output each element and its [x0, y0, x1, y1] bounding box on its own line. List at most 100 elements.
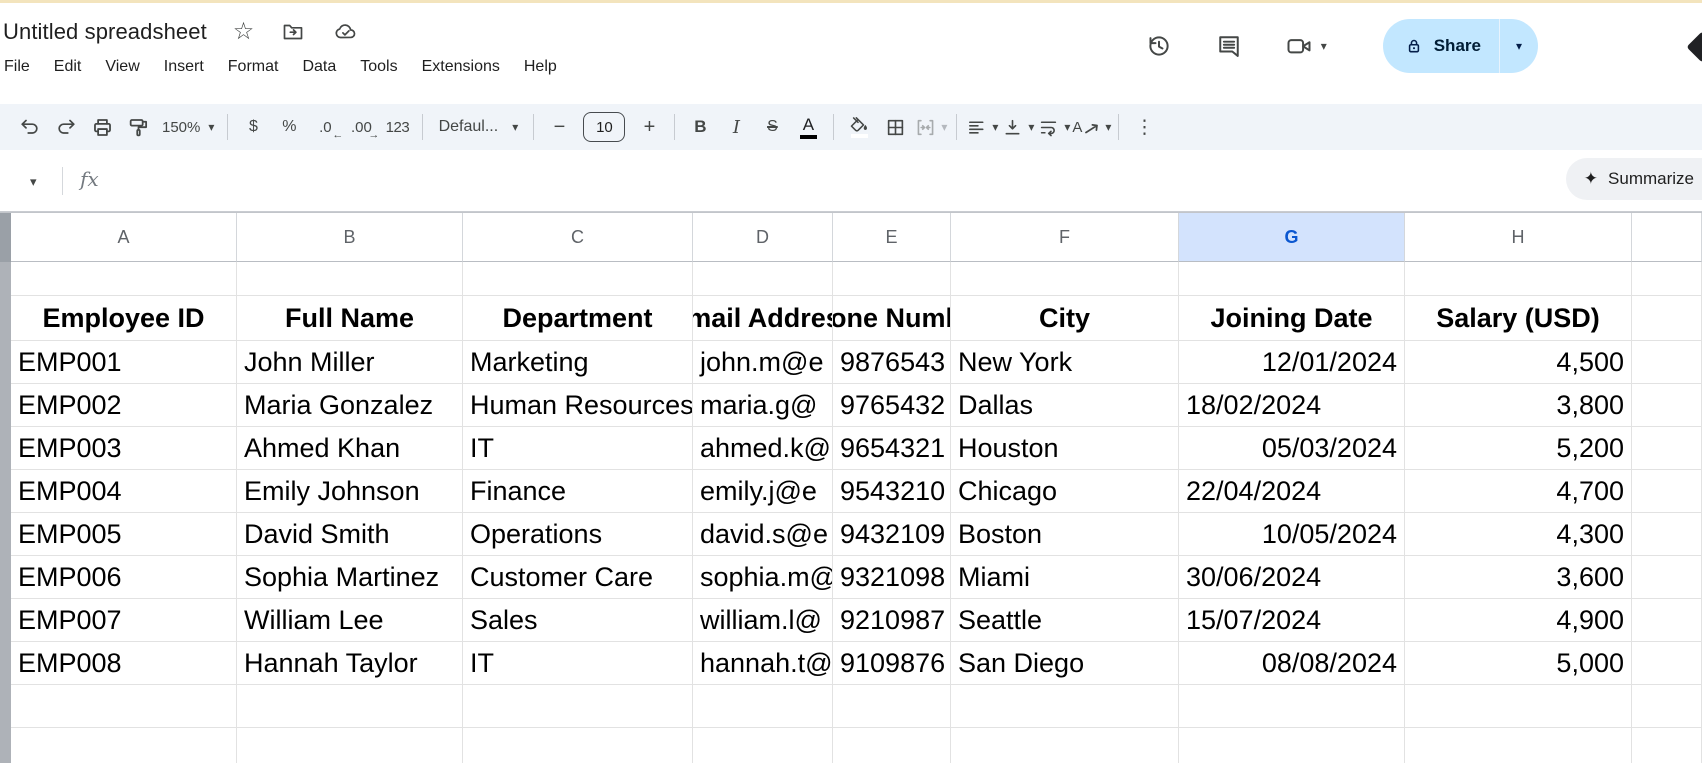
column-header-G[interactable]: G — [1179, 213, 1405, 262]
text-wrap-button[interactable]: ▾ — [1036, 109, 1072, 145]
cell[interactable]: 9109876 — [833, 642, 951, 685]
summarize-button[interactable]: ✦ Summarize — [1566, 158, 1702, 200]
join-call-control[interactable]: ▾ — [1285, 32, 1327, 60]
cell[interactable]: 4,900 — [1405, 599, 1632, 642]
cell[interactable] — [463, 728, 693, 763]
cell[interactable]: 5,000 — [1405, 642, 1632, 685]
cell[interactable] — [693, 728, 833, 763]
cell[interactable] — [463, 685, 693, 728]
cell[interactable]: ahmed.k@ — [693, 427, 833, 470]
menu-data[interactable]: Data — [290, 55, 348, 79]
menu-format[interactable]: Format — [216, 55, 291, 79]
cell[interactable]: emily.j@e — [693, 470, 833, 513]
cell[interactable]: 12/01/2024 — [1179, 341, 1405, 384]
cell[interactable]: Finance — [463, 470, 693, 513]
undo-button[interactable] — [12, 109, 48, 145]
cell[interactable]: EMP001 — [11, 341, 237, 384]
cell[interactable]: john.m@e — [693, 341, 833, 384]
cell[interactable]: Operations — [463, 513, 693, 556]
cell[interactable]: Seattle — [951, 599, 1179, 642]
cell[interactable]: 30/06/2024 — [1179, 556, 1405, 599]
cell[interactable] — [1632, 296, 1702, 341]
cell[interactable] — [1632, 556, 1702, 599]
comments-icon[interactable] — [1215, 32, 1243, 60]
bold-button[interactable]: B — [682, 109, 718, 145]
cell[interactable]: 22/04/2024 — [1179, 470, 1405, 513]
cell[interactable]: EMP002 — [11, 384, 237, 427]
cell[interactable]: william.l@ — [693, 599, 833, 642]
borders-button[interactable] — [877, 109, 913, 145]
cell[interactable]: Phone Number — [833, 296, 951, 341]
cell[interactable] — [1632, 685, 1702, 728]
column-header-B[interactable]: B — [237, 213, 463, 262]
menu-extensions[interactable]: Extensions — [410, 55, 512, 79]
cell[interactable]: EMP004 — [11, 470, 237, 513]
column-header-D[interactable]: D — [693, 213, 833, 262]
font-selector[interactable]: Defaul... ▾ — [430, 109, 526, 145]
increase-decimals-button[interactable]: .00 → — [343, 109, 379, 145]
column-header-E[interactable]: E — [833, 213, 951, 262]
cell[interactable]: 15/07/2024 — [1179, 599, 1405, 642]
vertical-align-button[interactable]: ▾ — [1000, 109, 1036, 145]
menu-insert[interactable]: Insert — [152, 55, 216, 79]
menu-view[interactable]: View — [93, 55, 151, 79]
cell[interactable]: 3,600 — [1405, 556, 1632, 599]
cell[interactable] — [833, 685, 951, 728]
cell[interactable] — [833, 728, 951, 763]
cell[interactable]: maria.g@ — [693, 384, 833, 427]
cell[interactable] — [1405, 685, 1632, 728]
share-button[interactable]: Share ▾ — [1383, 19, 1538, 73]
cell[interactable] — [11, 685, 237, 728]
cell[interactable]: 4,500 — [1405, 341, 1632, 384]
cell[interactable]: Ahmed Khan — [237, 427, 463, 470]
cell[interactable]: 08/08/2024 — [1179, 642, 1405, 685]
cell[interactable] — [1632, 728, 1702, 763]
cell[interactable]: New York — [951, 341, 1179, 384]
cell[interactable]: Sales — [463, 599, 693, 642]
document-title[interactable]: Untitled spreadsheet — [3, 19, 207, 45]
cell[interactable]: Customer Care — [463, 556, 693, 599]
star-icon[interactable]: ☆ — [233, 20, 255, 44]
cell[interactable] — [1632, 341, 1702, 384]
text-rotation-button[interactable]: A ▾ — [1072, 109, 1111, 145]
move-folder-icon[interactable] — [280, 20, 306, 44]
cell[interactable]: 4,300 — [1405, 513, 1632, 556]
formula-input[interactable] — [120, 150, 1422, 211]
cell[interactable]: Emily Johnson — [237, 470, 463, 513]
increase-font-size-button[interactable]: + — [631, 109, 667, 145]
share-options-caret[interactable]: ▾ — [1500, 19, 1538, 73]
cell[interactable] — [1179, 262, 1405, 296]
text-color-button[interactable]: A — [790, 109, 826, 145]
cell[interactable]: Maria Gonzalez — [237, 384, 463, 427]
cell[interactable]: 9876543 — [833, 341, 951, 384]
cell[interactable] — [951, 262, 1179, 296]
cell[interactable]: 5,200 — [1405, 427, 1632, 470]
cell[interactable]: 9543210 — [833, 470, 951, 513]
cell[interactable]: 9432109 — [833, 513, 951, 556]
decrease-font-size-button[interactable]: − — [541, 109, 577, 145]
fill-color-button[interactable] — [841, 109, 877, 145]
menu-edit[interactable]: Edit — [42, 55, 94, 79]
zoom-control[interactable]: 150% ▾ — [156, 109, 220, 145]
column-header-partial[interactable] — [1632, 213, 1702, 262]
cell[interactable]: IT — [463, 642, 693, 685]
column-header-F[interactable]: F — [951, 213, 1179, 262]
italic-button[interactable]: I — [718, 109, 754, 145]
cell[interactable]: City — [951, 296, 1179, 341]
cell[interactable] — [1632, 599, 1702, 642]
cloud-saved-icon[interactable] — [332, 20, 359, 44]
cell[interactable] — [1179, 685, 1405, 728]
cell[interactable]: Salary (USD) — [1405, 296, 1632, 341]
cell[interactable]: Department — [463, 296, 693, 341]
cell[interactable] — [1632, 384, 1702, 427]
cell[interactable]: EMP008 — [11, 642, 237, 685]
cell[interactable] — [1632, 427, 1702, 470]
cell[interactable]: EMP007 — [11, 599, 237, 642]
cell[interactable]: Hannah Taylor — [237, 642, 463, 685]
cell[interactable]: 9654321 — [833, 427, 951, 470]
format-currency-button[interactable]: $ — [235, 109, 271, 145]
cell[interactable]: 9321098 — [833, 556, 951, 599]
cell[interactable]: Joining Date — [1179, 296, 1405, 341]
cell[interactable]: 18/02/2024 — [1179, 384, 1405, 427]
cell[interactable] — [951, 728, 1179, 763]
